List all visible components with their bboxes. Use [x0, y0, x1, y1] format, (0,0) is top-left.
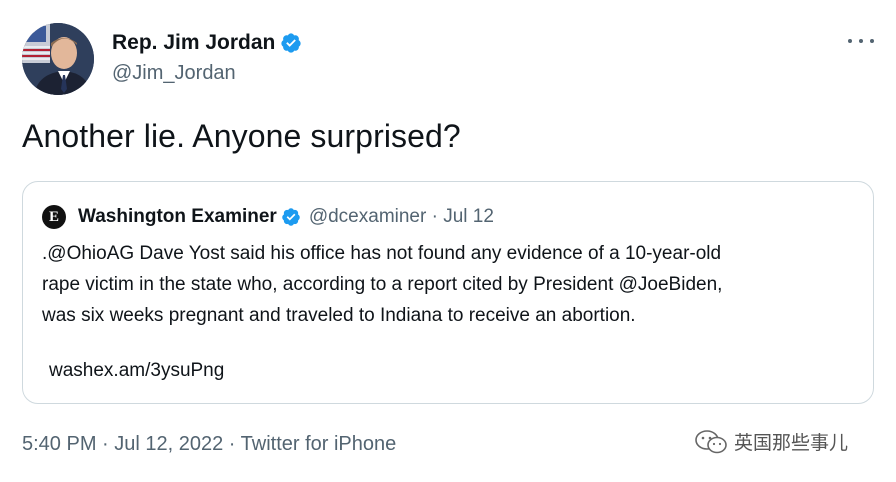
author-name-row[interactable]: Rep. Jim Jordan	[112, 30, 302, 56]
quoted-handle-date: @dcexaminer · Jul 12	[308, 206, 494, 227]
watermark-text: 英国那些事儿	[734, 433, 849, 454]
avatar[interactable]	[22, 23, 94, 95]
washington-examiner-logo: E	[42, 205, 66, 229]
verified-badge-icon	[282, 208, 300, 226]
quoted-line: .@OhioAG Dave Yost said his office has n…	[42, 243, 722, 264]
quoted-tweet-header: E Washington Examiner @dcexaminer · Jul …	[42, 204, 494, 230]
quoted-display-name[interactable]: Washington Examiner	[78, 206, 277, 228]
watermark: 英国那些事儿	[694, 428, 848, 455]
wechat-icon	[695, 429, 727, 453]
more-icon[interactable]	[848, 36, 874, 46]
tweet-timestamp[interactable]: 5:40 PM · Jul 12, 2022 · Twitter for iPh…	[22, 433, 396, 456]
quoted-link[interactable]: washex.am/3ysuPng	[49, 360, 224, 382]
author-handle[interactable]: @Jim_Jordan	[112, 62, 236, 85]
quoted-line: was six weeks pregnant and traveled to I…	[42, 305, 636, 326]
author-display-name[interactable]: Rep. Jim Jordan	[112, 31, 275, 55]
quoted-line: rape victim in the state who, according …	[42, 274, 723, 295]
quoted-tweet-body: .@OhioAG Dave Yost said his office has n…	[42, 238, 862, 331]
logo-letter: E	[48, 209, 59, 225]
verified-badge-icon	[281, 33, 302, 53]
tweet-text: Another lie. Anyone surprised?	[22, 118, 461, 154]
quoted-tweet[interactable]: E Washington Examiner @dcexaminer · Jul …	[22, 181, 874, 404]
